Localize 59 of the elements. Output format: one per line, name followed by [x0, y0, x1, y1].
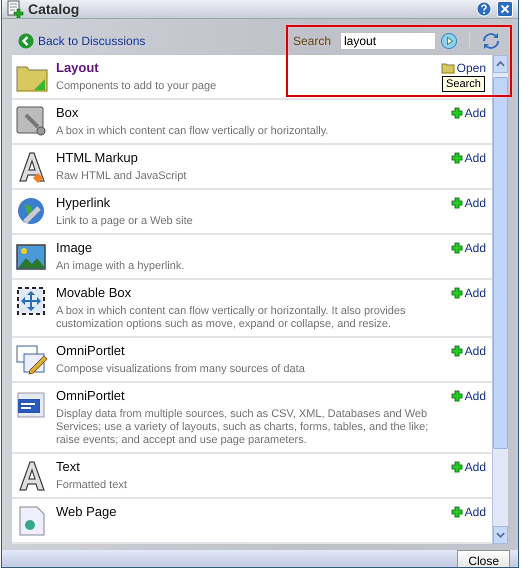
item-description: A box in which content can flow vertically or horizontally.: [56, 125, 330, 138]
refresh-button[interactable]: [480, 32, 502, 50]
help-icon: [476, 0, 492, 16]
item-title: Hyperlink: [56, 195, 112, 210]
item-description: Link to a page or a Web site: [56, 215, 194, 228]
scroll-down-icon: [496, 532, 505, 538]
add-link[interactable]: Add: [450, 387, 486, 403]
plus-icon: [450, 287, 463, 299]
search-tooltip: Search: [442, 76, 485, 92]
item-title: Text: [56, 459, 81, 474]
item-description: Components to add to your page: [56, 80, 218, 93]
scroll-up-icon: [496, 61, 505, 67]
item-description: Formatted text: [56, 479, 128, 492]
item-description: Display data from multiple sources, such as CSV, XML, Databases and Web Services; use a variety of layouts, such as charts, forms, tables, and the like; raise events; and accept and use page parameters.: [56, 408, 430, 447]
plus-icon: [450, 107, 463, 119]
add-link[interactable]: Add: [450, 239, 486, 255]
window-pencil-icon: [16, 344, 48, 376]
item-title: Box: [56, 105, 80, 120]
plus-icon: [450, 345, 463, 357]
plus-icon: [450, 152, 463, 164]
item-description: Compose visualizations from many sources of data: [56, 363, 306, 376]
add-link[interactable]: Add: [450, 342, 486, 358]
help-button[interactable]: [476, 0, 493, 18]
item-title: Movable Box: [56, 285, 132, 300]
item-title: HTML Markup: [56, 150, 139, 165]
item-title[interactable]: Layout: [56, 60, 433, 75]
scrollbar[interactable]: [492, 55, 508, 544]
window-title: Catalog: [28, 1, 80, 17]
close-dialog-button[interactable]: Close: [457, 550, 510, 567]
search-field[interactable]: layout: [341, 33, 435, 49]
item-description: An image with a hyperlink.: [56, 260, 186, 273]
open-link[interactable]: Open: [440, 59, 486, 75]
plus-icon: [450, 242, 463, 254]
add-link[interactable]: Add: [450, 503, 486, 519]
search-go-button[interactable]: [439, 33, 459, 49]
close-icon: [497, 0, 513, 16]
refresh-icon: [482, 32, 500, 50]
item-description: A box in which content can flow vertically or horizontally. It also provides customization options such as move, expand or collapse, and resize.: [56, 305, 407, 331]
item-description: Raw HTML and JavaScript: [56, 170, 188, 183]
move-arrows-icon: [16, 286, 48, 318]
add-link[interactable]: Add: [450, 104, 486, 120]
item-title: Web Page: [56, 504, 118, 519]
plus-icon: [450, 197, 463, 209]
add-link[interactable]: Add: [450, 149, 486, 165]
plus-icon: [450, 461, 463, 473]
item-title: OmniPortlet: [56, 343, 126, 358]
item-title: Image: [56, 240, 94, 255]
item-title: OmniPortlet: [56, 388, 126, 403]
folder-icon: [440, 62, 455, 74]
search-label: Search: [292, 34, 331, 48]
plus-icon: [450, 506, 463, 518]
back-link[interactable]: Back to Discussions: [18, 33, 146, 49]
add-link[interactable]: Add: [450, 458, 486, 474]
close-button[interactable]: [497, 0, 514, 18]
play-icon: [441, 33, 457, 49]
plus-icon: [450, 390, 463, 402]
add-link[interactable]: Add: [450, 194, 486, 210]
add-link[interactable]: Add: [450, 284, 486, 300]
catalog-add-icon: [6, 0, 24, 18]
